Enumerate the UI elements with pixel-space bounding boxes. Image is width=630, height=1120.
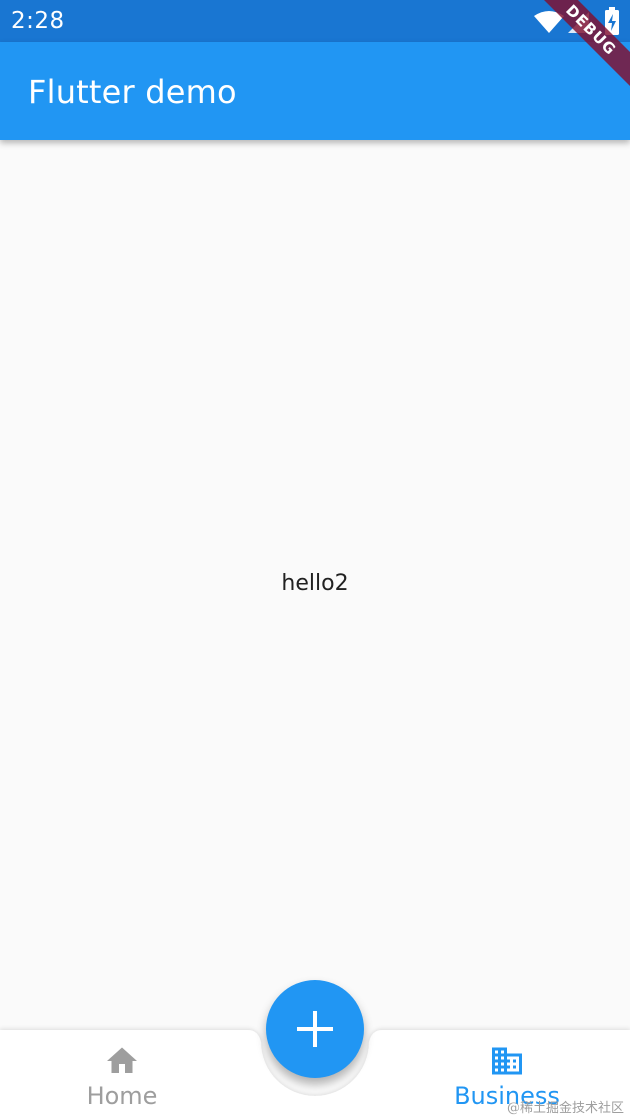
home-icon [107,1047,137,1073]
app-screen: 2:28 Flutter demo DEBUG hello2 Home Busi… [0,0,630,1120]
nav-item-home[interactable]: Home [32,1030,212,1120]
nav-label-home: Home [86,1082,158,1110]
watermark: @稀土掘金技术社区 [506,1101,624,1116]
app-bar: Flutter demo [0,42,630,140]
status-bar: 2:28 [0,0,630,42]
add-fab-button[interactable] [266,980,364,1078]
app-bar-title: Flutter demo [28,73,237,111]
status-time: 2:28 [11,8,65,34]
body-text: hello2 [281,571,349,596]
business-icon [492,1047,522,1075]
add-icon [297,1011,333,1047]
